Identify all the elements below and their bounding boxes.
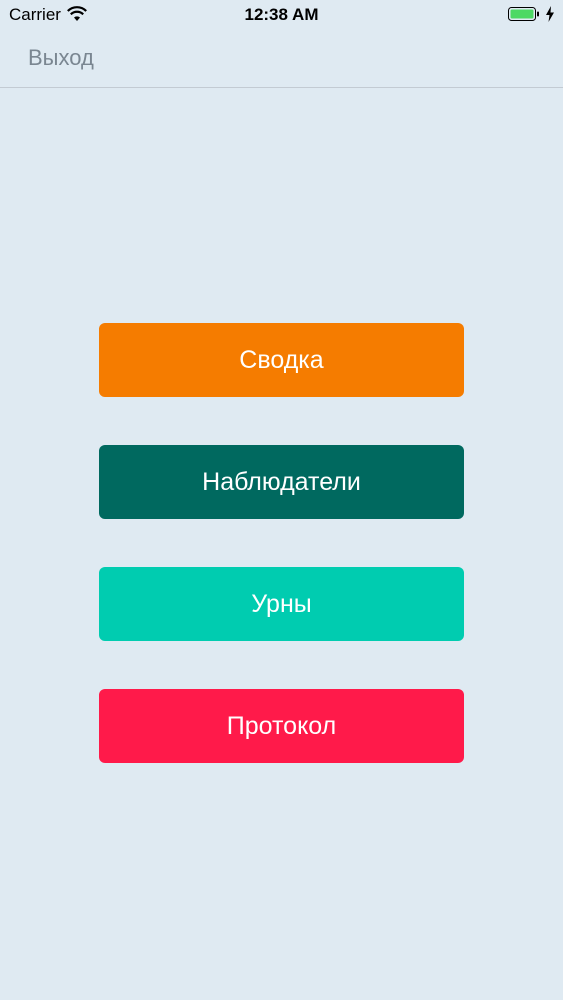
- exit-button[interactable]: Выход: [28, 44, 94, 72]
- navigation-bar: Выход: [0, 30, 563, 88]
- protocol-button[interactable]: Протокол: [99, 689, 464, 763]
- observers-button[interactable]: Наблюдатели: [99, 445, 464, 519]
- main-menu: Сводка Наблюдатели Урны Протокол: [99, 323, 464, 763]
- charging-bolt-icon: [546, 6, 554, 22]
- status-bar: Carrier 12:38 AM: [0, 0, 563, 30]
- clock: 12:38 AM: [244, 5, 319, 24]
- battery-icon: [508, 7, 539, 21]
- ballot-boxes-button[interactable]: Урны: [99, 567, 464, 641]
- summary-button[interactable]: Сводка: [99, 323, 464, 397]
